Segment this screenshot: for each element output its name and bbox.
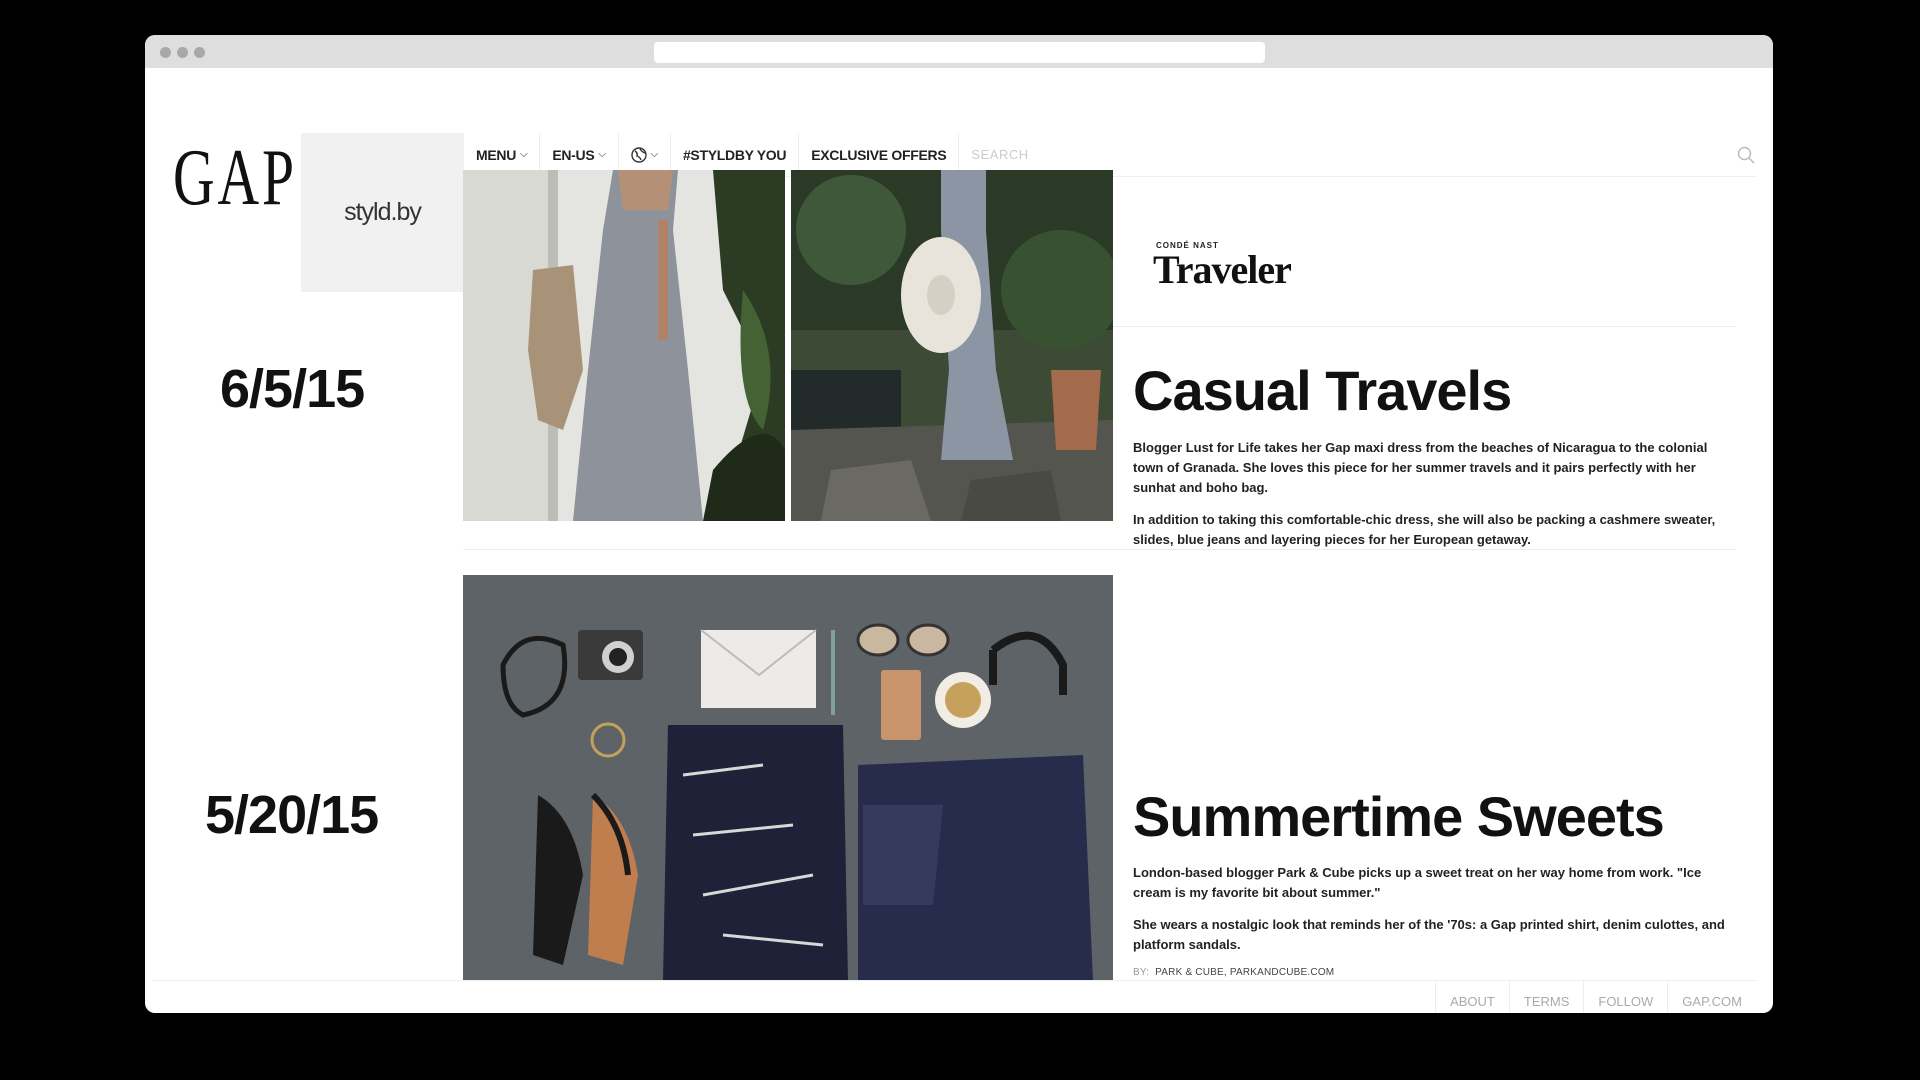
browser-window: GAP styld.by MENU ⌵ EN-US ⌵ ⌵ #STYLDBY Y… <box>145 35 1773 1013</box>
browser-chrome <box>145 35 1773 68</box>
post-paragraph: London-based blogger Park & Cube picks u… <box>1133 865 1702 900</box>
footer-links: ABOUT TERMS FOLLOW GAP.COM <box>1435 981 1756 1013</box>
footer-about-link[interactable]: ABOUT <box>1435 981 1509 1013</box>
post-photo-dress-wall[interactable] <box>463 170 785 521</box>
byline-prefix: BY: <box>1133 967 1150 978</box>
footer: ABOUT TERMS FOLLOW GAP.COM <box>153 980 1756 1013</box>
nav-language-label: EN-US <box>552 146 595 163</box>
divider <box>1113 326 1736 327</box>
search-icon[interactable] <box>1736 145 1756 165</box>
footer-terms-link[interactable]: TERMS <box>1508 981 1584 1013</box>
dress-garden-image <box>791 170 1113 521</box>
address-bar[interactable] <box>654 42 1265 63</box>
search-input[interactable]: SEARCH <box>959 147 1040 162</box>
globe-icon <box>630 146 647 163</box>
gap-logo[interactable]: GAP <box>173 138 297 218</box>
post-paragraph: She wears a nostalgic look that reminds … <box>1133 917 1725 952</box>
post-title[interactable]: Casual Travels <box>1133 358 1512 423</box>
nav-menu-label: MENU <box>476 146 517 163</box>
flatlay-image <box>463 575 1113 980</box>
post-byline: BY: PARK & CUBE, PARKANDCUBE.COM <box>1133 967 1334 978</box>
dress-wall-image <box>463 170 785 521</box>
styld-by-tile[interactable]: styld.by <box>301 133 464 292</box>
footer-follow-link[interactable]: FOLLOW <box>1583 981 1667 1013</box>
post-date: 6/5/15 <box>220 359 365 419</box>
nav-hashtag-label: #STYLDBY YOU <box>682 146 787 163</box>
post-photo-dress-garden[interactable] <box>791 170 1113 521</box>
chevron-down-icon: ⌵ <box>598 149 606 160</box>
window-dot-icon[interactable] <box>160 47 171 58</box>
window-dot-icon[interactable] <box>177 47 188 58</box>
page-content: GAP styld.by MENU ⌵ EN-US ⌵ ⌵ #STYLDBY Y… <box>145 68 1773 1013</box>
post-paragraph: In addition to taking this comfortable-c… <box>1133 512 1716 547</box>
window-dot-icon[interactable] <box>194 47 205 58</box>
styld-by-label: styld.by <box>344 198 422 226</box>
nav-offers-label: EXCLUSIVE OFFERS <box>811 146 947 163</box>
post-title[interactable]: Summertime Sweets <box>1133 784 1665 849</box>
chevron-down-icon: ⌵ <box>650 149 659 160</box>
divider <box>463 549 1736 550</box>
post-photo-flatlay[interactable] <box>463 575 1113 980</box>
post-date: 5/20/15 <box>205 785 379 845</box>
byline-author[interactable]: PARK & CUBE, PARKANDCUBE.COM <box>1155 967 1334 978</box>
chevron-down-icon: ⌵ <box>520 149 528 160</box>
footer-gapcom-link[interactable]: GAP.COM <box>1667 981 1756 1013</box>
publication-logo[interactable]: Traveler <box>1153 246 1292 293</box>
window-controls <box>160 47 205 58</box>
post-paragraph: Blogger Lust for Life takes her Gap maxi… <box>1133 440 1708 495</box>
